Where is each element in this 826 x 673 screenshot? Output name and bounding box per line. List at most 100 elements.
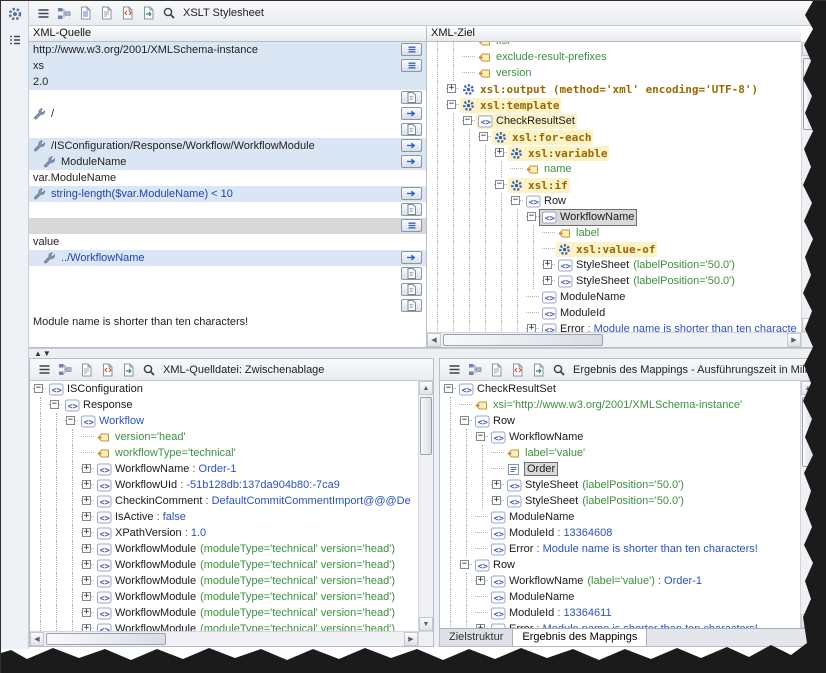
expand-icon[interactable]: + [447, 84, 456, 93]
tree-node-body[interactable]: xsl:template [460, 98, 561, 113]
scroll-up-button[interactable]: ▲ [802, 42, 816, 56]
tree-node-body[interactable]: <>StyleSheet(labelPosition='50.0') [505, 494, 686, 509]
tree-node-body[interactable]: <>Response [63, 398, 135, 413]
source-row[interactable]: Module name is shorter than ten characte… [29, 314, 426, 330]
collapse-icon[interactable]: − [34, 384, 43, 393]
page-mapping-button[interactable] [401, 299, 422, 312]
source-row[interactable]: ../WorkflowName [29, 250, 426, 266]
page-mapping-button[interactable] [401, 203, 422, 216]
tree-node-body[interactable]: <>WorkflowModule(moduleType='technical' … [95, 606, 397, 621]
scroll-left-button[interactable]: ◀ [30, 632, 44, 646]
source-row[interactable]: string-length($var.ModuleName) < 10 [29, 186, 426, 202]
scroll-down-button[interactable]: ▼ [801, 614, 815, 628]
search-icon[interactable] [160, 4, 178, 22]
arrow-mapping-button[interactable] [401, 187, 422, 200]
scroll-thumb[interactable] [443, 334, 603, 346]
equals-mapping-button[interactable] [401, 59, 422, 72]
collapse-icon[interactable]: − [463, 116, 472, 125]
equals-mapping-button[interactable] [401, 43, 422, 56]
tree-node-body[interactable]: xsl:for-each [492, 130, 593, 145]
tree-node-body[interactable]: <>Row [473, 414, 517, 429]
equals-mapping-button[interactable] [401, 219, 422, 232]
tree-node-body[interactable]: <>StyleSheet(labelPosition='50.0') [556, 274, 737, 289]
arrow-mapping-button[interactable] [401, 139, 422, 152]
expand-icon[interactable]: + [527, 324, 536, 332]
tree-node-body[interactable]: <>ModuleId : 13364611 [489, 606, 614, 621]
tree-node-body[interactable]: <>IsActive : false [95, 510, 188, 525]
export-doc-icon[interactable] [139, 4, 157, 22]
expand-icon[interactable]: + [543, 276, 552, 285]
hierarchy-icon[interactable] [55, 4, 73, 22]
tree-node-body[interactable]: <>ModuleId [540, 306, 607, 321]
tree-node-body[interactable]: xsl:output (method='xml' encoding='UTF-8… [460, 82, 760, 97]
scroll-thumb[interactable] [420, 397, 432, 455]
search-icon[interactable] [140, 361, 158, 379]
scroll-right-button[interactable]: ▶ [404, 632, 418, 646]
tree-node-body[interactable]: <>WorkflowModule(moduleType='technical' … [95, 622, 397, 632]
tree-node-body[interactable]: xsl:variable [508, 146, 609, 161]
splitter-collapse-icon[interactable]: ▲▼ [34, 349, 52, 358]
scroll-track[interactable] [44, 632, 404, 646]
source-row[interactable] [29, 90, 426, 106]
scroll-thumb[interactable] [802, 397, 814, 467]
export-doc-icon[interactable] [119, 361, 137, 379]
menu-icon[interactable] [445, 361, 463, 379]
tree-node-body[interactable]: <>WorkflowModule(moduleType='technical' … [95, 558, 397, 573]
tree-node-body[interactable]: <>StyleSheet(labelPosition='50.0') [505, 478, 686, 493]
expand-icon[interactable]: + [492, 480, 501, 489]
scroll-right-button[interactable]: ▶ [787, 333, 801, 347]
menu-icon[interactable] [34, 4, 52, 22]
source-row[interactable] [29, 202, 426, 218]
scroll-thumb[interactable] [46, 633, 166, 645]
tree-node-body[interactable]: <>WorkflowModule(moduleType='technical' … [95, 574, 397, 589]
tree-node-body[interactable]: label [556, 226, 601, 241]
tree-node-body[interactable]: <>Row [473, 558, 517, 573]
tree-node-body[interactable]: <>ModuleId : 13364608 [489, 526, 614, 541]
tree-node-body[interactable]: <>XPathVersion : 1.0 [95, 526, 208, 541]
scroll-up-button[interactable]: ▲ [419, 381, 433, 395]
collapse-icon[interactable]: − [527, 212, 536, 221]
source-row[interactable]: xs [29, 58, 426, 74]
arrow-mapping-button[interactable] [401, 155, 422, 168]
result-vertical-scrollbar[interactable]: ▲ ▼ [800, 381, 815, 628]
expand-icon[interactable]: + [82, 544, 91, 553]
tree-node-body[interactable]: xsl:if [508, 178, 570, 193]
source-row[interactable]: ModuleName [29, 154, 426, 170]
tree-node-body[interactable]: <>CheckinComment : DefaultCommitCommentI… [95, 494, 413, 509]
tree-node-body[interactable]: exclude-result-prefixes [476, 50, 609, 65]
tree-node-body[interactable]: workflowType='technical' [95, 446, 238, 461]
tab-zielstruktur[interactable]: Zielstruktur [440, 629, 513, 646]
expand-icon[interactable]: + [82, 480, 91, 489]
scroll-down-button[interactable]: ▼ [419, 617, 433, 631]
scroll-left-button[interactable]: ◀ [427, 333, 441, 347]
tree-node-body[interactable]: <>StyleSheet(labelPosition='50.0') [556, 258, 737, 273]
source-horizontal-scrollbar[interactable]: ◀ ▶ [30, 631, 418, 646]
source-row[interactable] [29, 266, 426, 282]
source-row[interactable]: / [29, 106, 426, 122]
collapse-icon[interactable]: − [444, 384, 453, 393]
tree-node-body[interactable]: <>CheckResultSet [476, 114, 577, 129]
page-mapping-button[interactable] [401, 123, 422, 136]
tree-node-body[interactable]: version='head' [95, 430, 188, 445]
source-row[interactable] [29, 298, 426, 314]
xml-doc-icon[interactable] [508, 361, 526, 379]
scroll-down-button[interactable]: ▼ [802, 318, 816, 332]
expand-icon[interactable]: + [82, 592, 91, 601]
expand-icon[interactable]: + [82, 608, 91, 617]
source-row[interactable]: value [29, 234, 426, 250]
expand-icon[interactable]: + [543, 260, 552, 269]
source-row[interactable]: var.ModuleName [29, 170, 426, 186]
hierarchy-icon[interactable] [466, 361, 484, 379]
arrow-mapping-button[interactable] [401, 107, 422, 120]
source-row[interactable]: http://www.w3.org/2001/XMLSchema-instanc… [29, 42, 426, 58]
expand-icon[interactable]: + [82, 576, 91, 585]
export-doc-icon[interactable] [529, 361, 547, 379]
tree-node-body[interactable]: Order [505, 462, 559, 477]
collapse-icon[interactable]: − [460, 416, 469, 425]
menu-icon[interactable] [35, 361, 53, 379]
tree-node-body[interactable]: version [476, 66, 533, 81]
scroll-track[interactable] [802, 56, 816, 318]
source-row[interactable] [29, 122, 426, 138]
scroll-up-button[interactable]: ▲ [801, 381, 815, 395]
collapse-icon[interactable]: − [50, 400, 59, 409]
